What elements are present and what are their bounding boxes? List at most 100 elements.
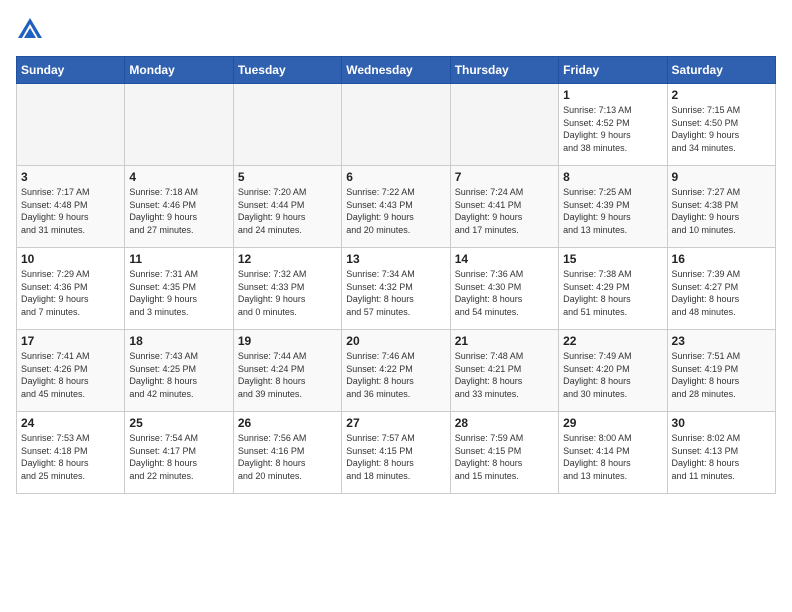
calendar-cell: 1 Sunrise: 7:13 AM Sunset: 4:52 PM Daylig… [559,84,667,166]
calendar-week-row: 10Sunrise: 7:29 AM Sunset: 4:36 PM Dayli… [17,248,776,330]
calendar-cell: 15Sunrise: 7:38 AM Sunset: 4:29 PM Dayli… [559,248,667,330]
weekday-header: Monday [125,57,233,84]
day-info: Sunrise: 7:59 AM Sunset: 4:15 PM Dayligh… [455,432,554,482]
day-number: 29 [563,416,662,430]
calendar-week-row: 17 Sunrise: 7:41 AM Sunset: 4:26 PM Dayli… [17,330,776,412]
day-info: Sunrise: 7:38 AM Sunset: 4:29 PM Dayligh… [563,268,662,318]
calendar-cell: 2 Sunrise: 7:15 AM Sunset: 4:50 PM Daylig… [667,84,775,166]
day-number: 13 [346,252,445,266]
day-number: 4 [129,170,228,184]
day-number: 17 [21,334,120,348]
day-info: Sunrise: 7:31 AM Sunset: 4:35 PM Dayligh… [129,268,228,318]
calendar-cell: 27 Sunrise: 7:57 AM Sunset: 4:15 PM Dayli… [342,412,450,494]
day-info: Sunrise: 7:53 AM Sunset: 4:18 PM Dayligh… [21,432,120,482]
calendar-cell: 20Sunrise: 7:46 AM Sunset: 4:22 PM Dayli… [342,330,450,412]
calendar-cell: 6 Sunrise: 7:22 AM Sunset: 4:43 PM Daylig… [342,166,450,248]
day-number: 2 [672,88,771,102]
day-info: Sunrise: 7:34 AM Sunset: 4:32 PM Dayligh… [346,268,445,318]
page: SundayMondayTuesdayWednesdayThursdayFrid… [0,0,792,510]
calendar-week-row: 24 Sunrise: 7:53 AM Sunset: 4:18 PM Dayli… [17,412,776,494]
calendar-cell [125,84,233,166]
day-info: Sunrise: 7:15 AM Sunset: 4:50 PM Dayligh… [672,104,771,154]
logo [16,16,48,44]
day-info: Sunrise: 7:13 AM Sunset: 4:52 PM Dayligh… [563,104,662,154]
calendar-cell [450,84,558,166]
weekday-row: SundayMondayTuesdayWednesdayThursdayFrid… [17,57,776,84]
day-number: 16 [672,252,771,266]
day-number: 9 [672,170,771,184]
day-info: Sunrise: 7:57 AM Sunset: 4:15 PM Dayligh… [346,432,445,482]
day-number: 21 [455,334,554,348]
calendar-cell: 21 Sunrise: 7:48 AM Sunset: 4:21 PM Dayli… [450,330,558,412]
day-info: Sunrise: 7:49 AM Sunset: 4:20 PM Dayligh… [563,350,662,400]
day-info: Sunrise: 7:51 AM Sunset: 4:19 PM Dayligh… [672,350,771,400]
day-info: Sunrise: 7:17 AM Sunset: 4:48 PM Dayligh… [21,186,120,236]
day-number: 18 [129,334,228,348]
day-number: 25 [129,416,228,430]
day-info: Sunrise: 7:25 AM Sunset: 4:39 PM Dayligh… [563,186,662,236]
day-info: Sunrise: 7:56 AM Sunset: 4:16 PM Dayligh… [238,432,337,482]
day-info: Sunrise: 7:54 AM Sunset: 4:17 PM Dayligh… [129,432,228,482]
day-info: Sunrise: 7:43 AM Sunset: 4:25 PM Dayligh… [129,350,228,400]
weekday-header: Saturday [667,57,775,84]
day-number: 6 [346,170,445,184]
calendar-cell: 5Sunrise: 7:20 AM Sunset: 4:44 PM Daylig… [233,166,341,248]
day-number: 23 [672,334,771,348]
calendar-cell [342,84,450,166]
day-number: 12 [238,252,337,266]
weekday-header: Thursday [450,57,558,84]
calendar-body: 1 Sunrise: 7:13 AM Sunset: 4:52 PM Daylig… [17,84,776,494]
calendar-cell [233,84,341,166]
calendar-cell: 11 Sunrise: 7:31 AM Sunset: 4:35 PM Dayli… [125,248,233,330]
calendar-cell: 18 Sunrise: 7:43 AM Sunset: 4:25 PM Dayli… [125,330,233,412]
calendar-cell: 19 Sunrise: 7:44 AM Sunset: 4:24 PM Dayli… [233,330,341,412]
calendar-cell: 9 Sunrise: 7:27 AM Sunset: 4:38 PM Daylig… [667,166,775,248]
calendar-cell: 24 Sunrise: 7:53 AM Sunset: 4:18 PM Dayli… [17,412,125,494]
calendar-cell: 26 Sunrise: 7:56 AM Sunset: 4:16 PM Dayli… [233,412,341,494]
day-number: 8 [563,170,662,184]
day-number: 28 [455,416,554,430]
day-number: 19 [238,334,337,348]
day-info: Sunrise: 8:00 AM Sunset: 4:14 PM Dayligh… [563,432,662,482]
day-number: 26 [238,416,337,430]
weekday-header: Sunday [17,57,125,84]
logo-icon [16,16,44,44]
day-info: Sunrise: 7:44 AM Sunset: 4:24 PM Dayligh… [238,350,337,400]
day-info: Sunrise: 7:48 AM Sunset: 4:21 PM Dayligh… [455,350,554,400]
calendar-cell: 23 Sunrise: 7:51 AM Sunset: 4:19 PM Dayli… [667,330,775,412]
calendar-cell: 8 Sunrise: 7:25 AM Sunset: 4:39 PM Daylig… [559,166,667,248]
day-number: 22 [563,334,662,348]
calendar-cell: 16Sunrise: 7:39 AM Sunset: 4:27 PM Dayli… [667,248,775,330]
calendar-cell: 4 Sunrise: 7:18 AM Sunset: 4:46 PM Daylig… [125,166,233,248]
day-number: 24 [21,416,120,430]
day-info: Sunrise: 7:18 AM Sunset: 4:46 PM Dayligh… [129,186,228,236]
calendar-cell [17,84,125,166]
day-number: 11 [129,252,228,266]
calendar-week-row: 1 Sunrise: 7:13 AM Sunset: 4:52 PM Daylig… [17,84,776,166]
day-info: Sunrise: 7:22 AM Sunset: 4:43 PM Dayligh… [346,186,445,236]
day-info: Sunrise: 7:41 AM Sunset: 4:26 PM Dayligh… [21,350,120,400]
day-info: Sunrise: 7:24 AM Sunset: 4:41 PM Dayligh… [455,186,554,236]
day-number: 20 [346,334,445,348]
weekday-header: Tuesday [233,57,341,84]
day-number: 5 [238,170,337,184]
day-number: 1 [563,88,662,102]
day-number: 27 [346,416,445,430]
calendar-cell: 7 Sunrise: 7:24 AM Sunset: 4:41 PM Daylig… [450,166,558,248]
calendar-cell: 3Sunrise: 7:17 AM Sunset: 4:48 PM Daylig… [17,166,125,248]
day-number: 7 [455,170,554,184]
day-info: Sunrise: 7:27 AM Sunset: 4:38 PM Dayligh… [672,186,771,236]
calendar-week-row: 3Sunrise: 7:17 AM Sunset: 4:48 PM Daylig… [17,166,776,248]
calendar-cell: 22 Sunrise: 7:49 AM Sunset: 4:20 PM Dayli… [559,330,667,412]
calendar-cell: 29 Sunrise: 8:00 AM Sunset: 4:14 PM Dayli… [559,412,667,494]
day-info: Sunrise: 7:36 AM Sunset: 4:30 PM Dayligh… [455,268,554,318]
weekday-header: Wednesday [342,57,450,84]
day-info: Sunrise: 7:29 AM Sunset: 4:36 PM Dayligh… [21,268,120,318]
weekday-header: Friday [559,57,667,84]
header [16,16,776,44]
calendar-cell: 17 Sunrise: 7:41 AM Sunset: 4:26 PM Dayli… [17,330,125,412]
day-info: Sunrise: 7:32 AM Sunset: 4:33 PM Dayligh… [238,268,337,318]
calendar-cell: 10Sunrise: 7:29 AM Sunset: 4:36 PM Dayli… [17,248,125,330]
calendar-cell: 13 Sunrise: 7:34 AM Sunset: 4:32 PM Dayli… [342,248,450,330]
calendar-cell: 25 Sunrise: 7:54 AM Sunset: 4:17 PM Dayli… [125,412,233,494]
